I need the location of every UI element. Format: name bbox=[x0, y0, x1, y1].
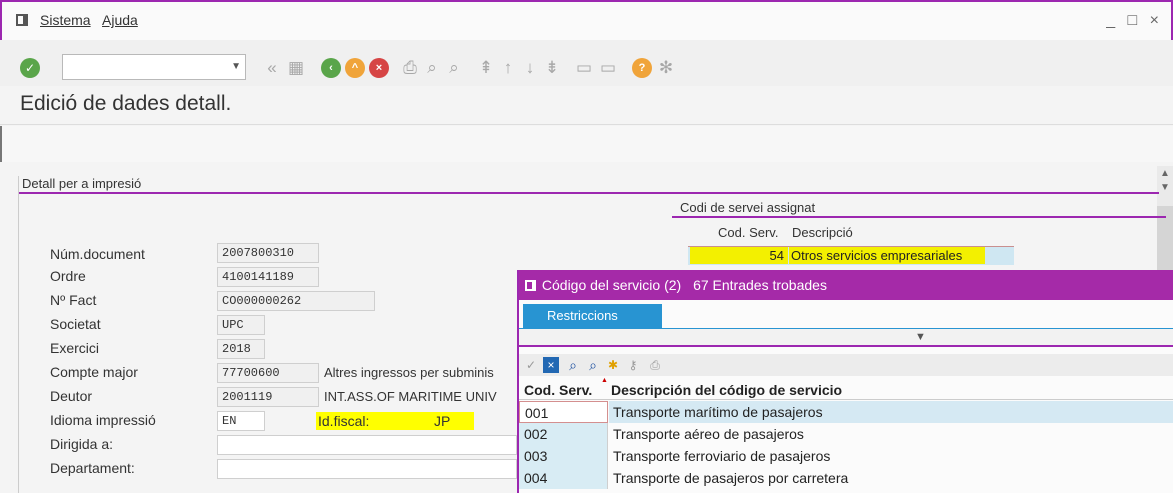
label-idioma-impressio: Idioma impressió bbox=[50, 412, 156, 428]
label-exercici: Exercici bbox=[50, 340, 100, 356]
collapse-icon[interactable]: ▼ bbox=[915, 331, 926, 343]
num-document-field[interactable]: 2007800310 bbox=[217, 243, 319, 263]
menu-icon[interactable] bbox=[16, 14, 28, 26]
compte-major-field[interactable]: 77700600 bbox=[217, 363, 319, 383]
toolbar: ✓ ▼ « ▦ ‹ ^ × ⎙ ⌕ ⌕ ⇞ ↑ ↓ ⇟ ▭ ▭ ? ✻ bbox=[0, 40, 1173, 86]
societat-field[interactable]: UPC bbox=[217, 315, 265, 335]
title-divider bbox=[0, 124, 1173, 125]
list-item-code: 002 bbox=[519, 423, 608, 445]
layout-icon[interactable]: ✻ bbox=[656, 58, 676, 78]
service-group-title: Codi de servei assignat bbox=[680, 200, 816, 215]
compte-major-description: Altres ingressos per subminis bbox=[324, 365, 494, 380]
service-group-divider bbox=[672, 216, 1166, 218]
list-header: Cod. Serv. ▲ Descripción del código de s… bbox=[519, 377, 1173, 400]
service-code-popup: Código del servicio (2) 67 Entrades trob… bbox=[517, 270, 1173, 493]
list-item-code: 001 bbox=[519, 401, 608, 423]
sort-indicator-icon: ▲ bbox=[601, 377, 608, 384]
popup-count: 67 Entrades trobades bbox=[693, 277, 827, 293]
label-societat: Societat bbox=[50, 316, 101, 332]
group-border bbox=[18, 176, 19, 493]
next-page-icon[interactable]: ↓ bbox=[520, 58, 540, 78]
previous-page-icon[interactable]: ↑ bbox=[498, 58, 518, 78]
label-departament: Departament: bbox=[50, 460, 135, 476]
exit-circle-icon[interactable]: ^ bbox=[345, 58, 365, 78]
dropdown-arrow-icon[interactable]: ▼ bbox=[231, 61, 241, 72]
key-icon[interactable]: ⚷ bbox=[625, 357, 641, 373]
popup-toolbar: ✓ × ⌕ ⌕ ✱ ⚷ ⎙ bbox=[519, 354, 1173, 376]
window-icon bbox=[525, 280, 536, 291]
list-item[interactable]: 003 Transporte ferroviario de pasajeros bbox=[519, 445, 1173, 467]
menu-item-sistema[interactable]: Sistema bbox=[40, 12, 91, 28]
column-description[interactable]: Descripción del código de servicio bbox=[611, 382, 842, 398]
list-item-description: Transporte de pasajeros por carretera bbox=[613, 470, 849, 486]
list-item-description: Transporte ferroviario de pasajeros bbox=[613, 448, 831, 464]
help-icon[interactable]: ? bbox=[632, 58, 652, 78]
idfiscal-label: Id.fiscal: bbox=[318, 413, 370, 429]
back-icon[interactable]: « bbox=[262, 58, 282, 78]
first-page-icon[interactable]: ⇞ bbox=[476, 58, 496, 78]
service-description-value: Otros servicios empresariales bbox=[789, 247, 985, 264]
label-ordre: Ordre bbox=[50, 268, 86, 284]
close-icon[interactable]: × bbox=[543, 357, 559, 373]
page-title: Edició de dades detall. bbox=[20, 92, 232, 115]
n-fact-field[interactable]: CO000000262 bbox=[217, 291, 375, 311]
list-item[interactable]: 002 Transporte aéreo de pasajeros bbox=[519, 423, 1173, 445]
deutor-description: INT.ASS.OF MARITIME UNIV bbox=[324, 389, 497, 404]
label-deutor: Deutor bbox=[50, 388, 93, 404]
check-icon[interactable]: ✓ bbox=[523, 357, 539, 373]
list-item[interactable]: 004 Transporte de pasajeros por carreter… bbox=[519, 467, 1173, 489]
back-circle-icon[interactable]: ‹ bbox=[321, 58, 341, 78]
label-dirigida-a: Dirigida a: bbox=[50, 436, 114, 452]
group-title: Detall per a impresió bbox=[22, 176, 142, 191]
list-item-code: 004 bbox=[519, 467, 608, 489]
cancel-circle-icon[interactable]: × bbox=[369, 58, 389, 78]
shortcut-icon[interactable]: ▭ bbox=[598, 58, 618, 78]
service-column-code[interactable]: Cod. Serv. bbox=[718, 225, 778, 240]
list-item-description: Transporte aéreo de pasajeros bbox=[613, 426, 804, 442]
command-field[interactable]: ▼ bbox=[62, 54, 246, 80]
list-item[interactable]: 001 Transporte marítimo de pasajeros bbox=[519, 401, 1173, 423]
restrictions-bar: ▼ bbox=[519, 329, 1173, 347]
window-controls[interactable]: _ □ × bbox=[1106, 12, 1163, 30]
service-code-value: 54 bbox=[690, 247, 788, 264]
find-icon[interactable]: ⌕ bbox=[565, 357, 581, 373]
popup-title: Código del servicio (2) bbox=[541, 277, 682, 293]
label-compte-major: Compte major bbox=[50, 364, 138, 380]
menu-bar: Sistema Ajuda _ □ × bbox=[0, 0, 1173, 40]
group-divider bbox=[18, 192, 1159, 194]
print-icon[interactable]: ⎙ bbox=[400, 58, 420, 78]
find-next-icon[interactable]: ⌕ bbox=[444, 58, 464, 78]
print-icon[interactable]: ⎙ bbox=[647, 357, 663, 373]
chevron-up-icon[interactable]: ▲ bbox=[1160, 168, 1170, 179]
departament-field[interactable] bbox=[217, 459, 517, 479]
label-num-document: Núm.document bbox=[50, 246, 145, 262]
service-column-description[interactable]: Descripció bbox=[792, 225, 853, 240]
popup-header: Código del servicio (2) 67 Entrades trob… bbox=[519, 270, 1173, 300]
new-entry-icon[interactable]: ✱ bbox=[605, 357, 621, 373]
save-icon[interactable]: ▦ bbox=[286, 58, 306, 78]
application-toolbar-area bbox=[0, 126, 1173, 162]
idfiscal-highlight: Id.fiscal: JP bbox=[316, 412, 474, 430]
check-icon[interactable]: ✓ bbox=[20, 58, 40, 78]
find-icon[interactable]: ⌕ bbox=[422, 58, 442, 78]
tab-restriccions[interactable]: Restriccions bbox=[523, 304, 662, 328]
list-item-code: 003 bbox=[519, 445, 608, 467]
menu-item-ajuda[interactable]: Ajuda bbox=[102, 12, 138, 28]
column-cod-serv[interactable]: Cod. Serv. bbox=[524, 382, 592, 398]
last-page-icon[interactable]: ⇟ bbox=[542, 58, 562, 78]
dirigida-a-field[interactable] bbox=[217, 435, 517, 455]
chevron-down-icon[interactable]: ▼ bbox=[1160, 182, 1170, 193]
idioma-field[interactable]: EN bbox=[217, 411, 265, 431]
list-item-description: Transporte marítimo de pasajeros bbox=[609, 401, 1173, 423]
idfiscal-value: JP bbox=[434, 413, 451, 429]
label-n-fact: Nº Fact bbox=[50, 292, 97, 308]
find-next-icon[interactable]: ⌕ bbox=[585, 357, 601, 373]
new-session-icon[interactable]: ▭ bbox=[574, 58, 594, 78]
exercici-field[interactable]: 2018 bbox=[217, 339, 265, 359]
ordre-field[interactable]: 4100141189 bbox=[217, 267, 319, 287]
deutor-field[interactable]: 2001119 bbox=[217, 387, 319, 407]
